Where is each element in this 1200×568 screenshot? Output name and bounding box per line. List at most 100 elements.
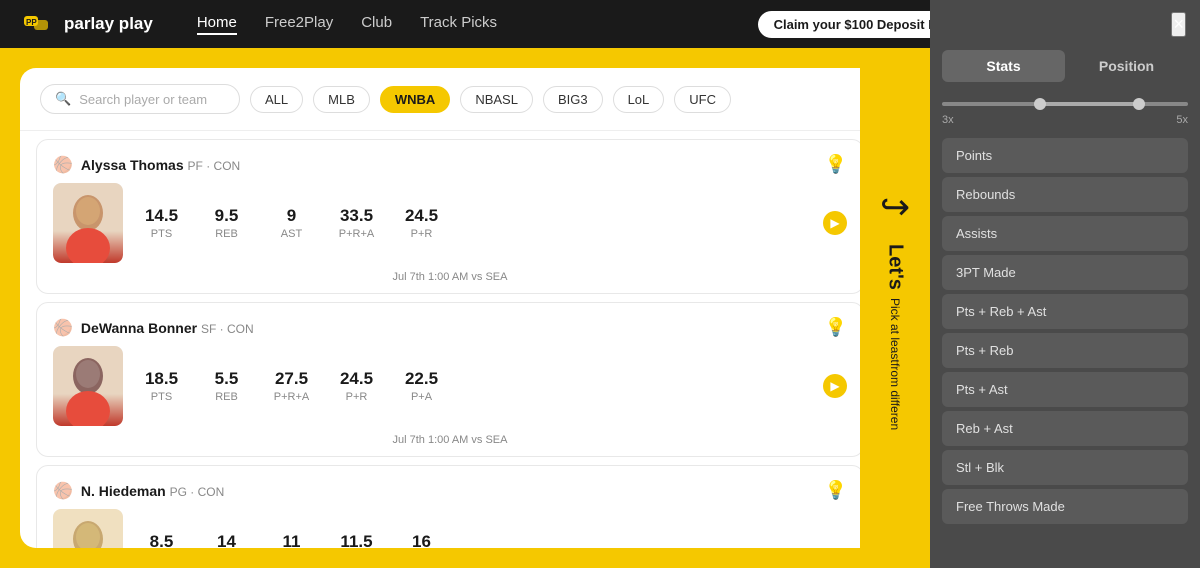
player-body-1: 14.5 PTS 9.5 REB 9 AST 33.5 — [53, 183, 847, 263]
slider-thumb-left[interactable] — [1034, 98, 1046, 110]
stat-label-ast-1: AST — [281, 228, 302, 240]
stat-label-pa-2: P+A — [411, 391, 432, 403]
stat-label-pr-2: P+R — [346, 391, 368, 403]
slider-min-label: 3x — [942, 114, 954, 126]
player-pos-team-3: PG · CON — [170, 485, 225, 499]
stat-pr-2: 24.5 P+R — [334, 369, 379, 403]
stat-option-rebounds[interactable]: Rebounds — [942, 177, 1188, 212]
promo-subtext2: from differen — [888, 363, 902, 430]
bulb-icon-3[interactable]: 💡 — [825, 480, 847, 501]
slider-fill — [1040, 102, 1138, 106]
stat-pts-2: 18.5 PTS — [139, 369, 184, 403]
player-name-3: N. Hiedeman PG · CON — [81, 483, 224, 499]
svg-text:PP: PP — [26, 18, 37, 27]
stat-value-pr-3: 16 — [412, 532, 431, 548]
player-header-3: 🏀 N. Hiedeman PG · CON 💡 — [53, 480, 847, 501]
filter-bar: 🔍 Search player or team ALL MLB WNBA NBA… — [20, 68, 880, 131]
stat-value-ast-3: 11 — [283, 532, 301, 548]
stat-value-pts-1: 14.5 — [145, 206, 178, 226]
slider-thumb-right[interactable] — [1133, 98, 1145, 110]
arrow-btn-2[interactable]: ▶ — [823, 374, 847, 398]
logo-icon: PP — [24, 12, 56, 36]
player-card-2: 🏀 DeWanna Bonner SF · CON 💡 — [36, 302, 864, 457]
stat-ast-1: 9 AST — [269, 206, 314, 240]
panel-tabs: Stats Position — [942, 50, 1188, 82]
player-avatar-2 — [53, 346, 123, 426]
bulb-icon-1[interactable]: 💡 — [825, 154, 847, 175]
close-button[interactable]: × — [1171, 12, 1186, 37]
player-card-3: 🏀 N. Hiedeman PG · CON 💡 — [36, 465, 864, 548]
player-header-1: 🏀 Alyssa Thomas PF · CON 💡 — [53, 154, 847, 175]
filter-wnba[interactable]: WNBA — [380, 86, 450, 113]
stat-value-reb-2: 5.5 — [215, 369, 239, 389]
search-placeholder: Search player or team — [79, 92, 207, 107]
player-pos-team-1: PF · CON — [188, 159, 241, 173]
stat-option-pts-reb[interactable]: Pts + Reb — [942, 333, 1188, 368]
stats-panel: × Stats Position 3x 5x Points Rebounds A… — [930, 0, 1200, 568]
filter-lol[interactable]: LoL — [613, 86, 665, 113]
nav-home[interactable]: Home — [197, 14, 237, 35]
content-panel: 🔍 Search player or team ALL MLB WNBA NBA… — [20, 68, 880, 548]
tab-stats[interactable]: Stats — [942, 50, 1065, 82]
stat-pra-3: 11.5 P+R+A — [334, 532, 379, 548]
player-match-2: Jul 7th 1:00 AM vs SEA — [53, 434, 847, 446]
stat-label-pra-1: P+R+A — [339, 228, 374, 240]
stat-option-3pt-made[interactable]: 3PT Made — [942, 255, 1188, 290]
nav-club[interactable]: Club — [361, 14, 392, 35]
filter-big3[interactable]: BIG3 — [543, 86, 603, 113]
stat-reb-2: 5.5 REB — [204, 369, 249, 403]
player-name-section-3: 🏀 N. Hiedeman PG · CON — [53, 481, 224, 501]
stat-ast-3: 11 AST — [269, 532, 314, 548]
stat-option-pts-ast[interactable]: Pts + Ast — [942, 372, 1188, 407]
stat-label-pts-2: PTS — [151, 391, 172, 403]
player-list: 🏀 Alyssa Thomas PF · CON 💡 — [20, 131, 880, 548]
stat-pa-2: 22.5 P+A — [399, 369, 444, 403]
bulb-icon-2[interactable]: 💡 — [825, 317, 847, 338]
filter-mlb[interactable]: MLB — [313, 86, 370, 113]
basketball-icon-1: 🏀 — [53, 155, 73, 175]
search-icon: 🔍 — [55, 91, 71, 107]
stat-option-assists[interactable]: Assists — [942, 216, 1188, 251]
player-body-2: 18.5 PTS 5.5 REB 27.5 P+R+A 24.5 — [53, 346, 847, 426]
stat-value-pra-3: 11.5 — [340, 532, 372, 548]
slider-labels: 3x 5x — [942, 114, 1188, 126]
stat-label-reb-2: REB — [215, 391, 238, 403]
arrow-btn-1[interactable]: ▶ — [823, 211, 847, 235]
player-match-1: Jul 7th 1:00 AM vs SEA — [53, 271, 847, 283]
stat-option-reb-ast[interactable]: Reb + Ast — [942, 411, 1188, 446]
filter-nbasl[interactable]: NBASL — [460, 86, 533, 113]
slider-track[interactable] — [942, 102, 1188, 106]
stat-value-pa-2: 22.5 — [405, 369, 438, 389]
player-pos-team-2: SF · CON — [201, 322, 254, 336]
player-name-2: DeWanna Bonner SF · CON — [81, 320, 254, 336]
player-card-1: 🏀 Alyssa Thomas PF · CON 💡 — [36, 139, 864, 294]
slider-section: 3x 5x — [942, 94, 1188, 126]
logo: PP parlay play — [24, 12, 153, 36]
stat-pra-2: 27.5 P+R+A — [269, 369, 314, 403]
stats-list: Points Rebounds Assists 3PT Made Pts + R… — [930, 138, 1200, 524]
stat-value-pr-2: 24.5 — [340, 369, 373, 389]
player-name-1: Alyssa Thomas PF · CON — [81, 157, 240, 173]
search-box[interactable]: 🔍 Search player or team — [40, 84, 240, 114]
stat-option-stl-blk[interactable]: Stl + Blk — [942, 450, 1188, 485]
player-stats-1: 14.5 PTS 9.5 REB 9 AST 33.5 — [139, 206, 815, 240]
slider-max-label: 5x — [1176, 114, 1188, 126]
promo-headline: Let's — [883, 244, 906, 290]
stat-option-free-throws[interactable]: Free Throws Made — [942, 489, 1188, 524]
tab-position[interactable]: Position — [1065, 50, 1188, 82]
nav-track-picks[interactable]: Track Picks — [420, 14, 497, 35]
nav-free2play[interactable]: Free2Play — [265, 14, 333, 35]
filter-all[interactable]: ALL — [250, 86, 303, 113]
stat-value-pra-2: 27.5 — [275, 369, 308, 389]
player-avatar-3 — [53, 509, 123, 548]
filter-ufc[interactable]: UFC — [674, 86, 731, 113]
stat-label-pts-1: PTS — [151, 228, 172, 240]
stat-pts-1: 14.5 PTS — [139, 206, 184, 240]
stat-value-pts-3: 8.5 — [150, 532, 174, 548]
stat-option-points[interactable]: Points — [942, 138, 1188, 173]
stat-option-pts-reb-ast[interactable]: Pts + Reb + Ast — [942, 294, 1188, 329]
player-name-section-2: 🏀 DeWanna Bonner SF · CON — [53, 318, 254, 338]
stat-reb-1: 9.5 REB — [204, 206, 249, 240]
promo-subtext: Pick at least — [888, 298, 902, 363]
stat-label-pr-1: P+R — [411, 228, 433, 240]
